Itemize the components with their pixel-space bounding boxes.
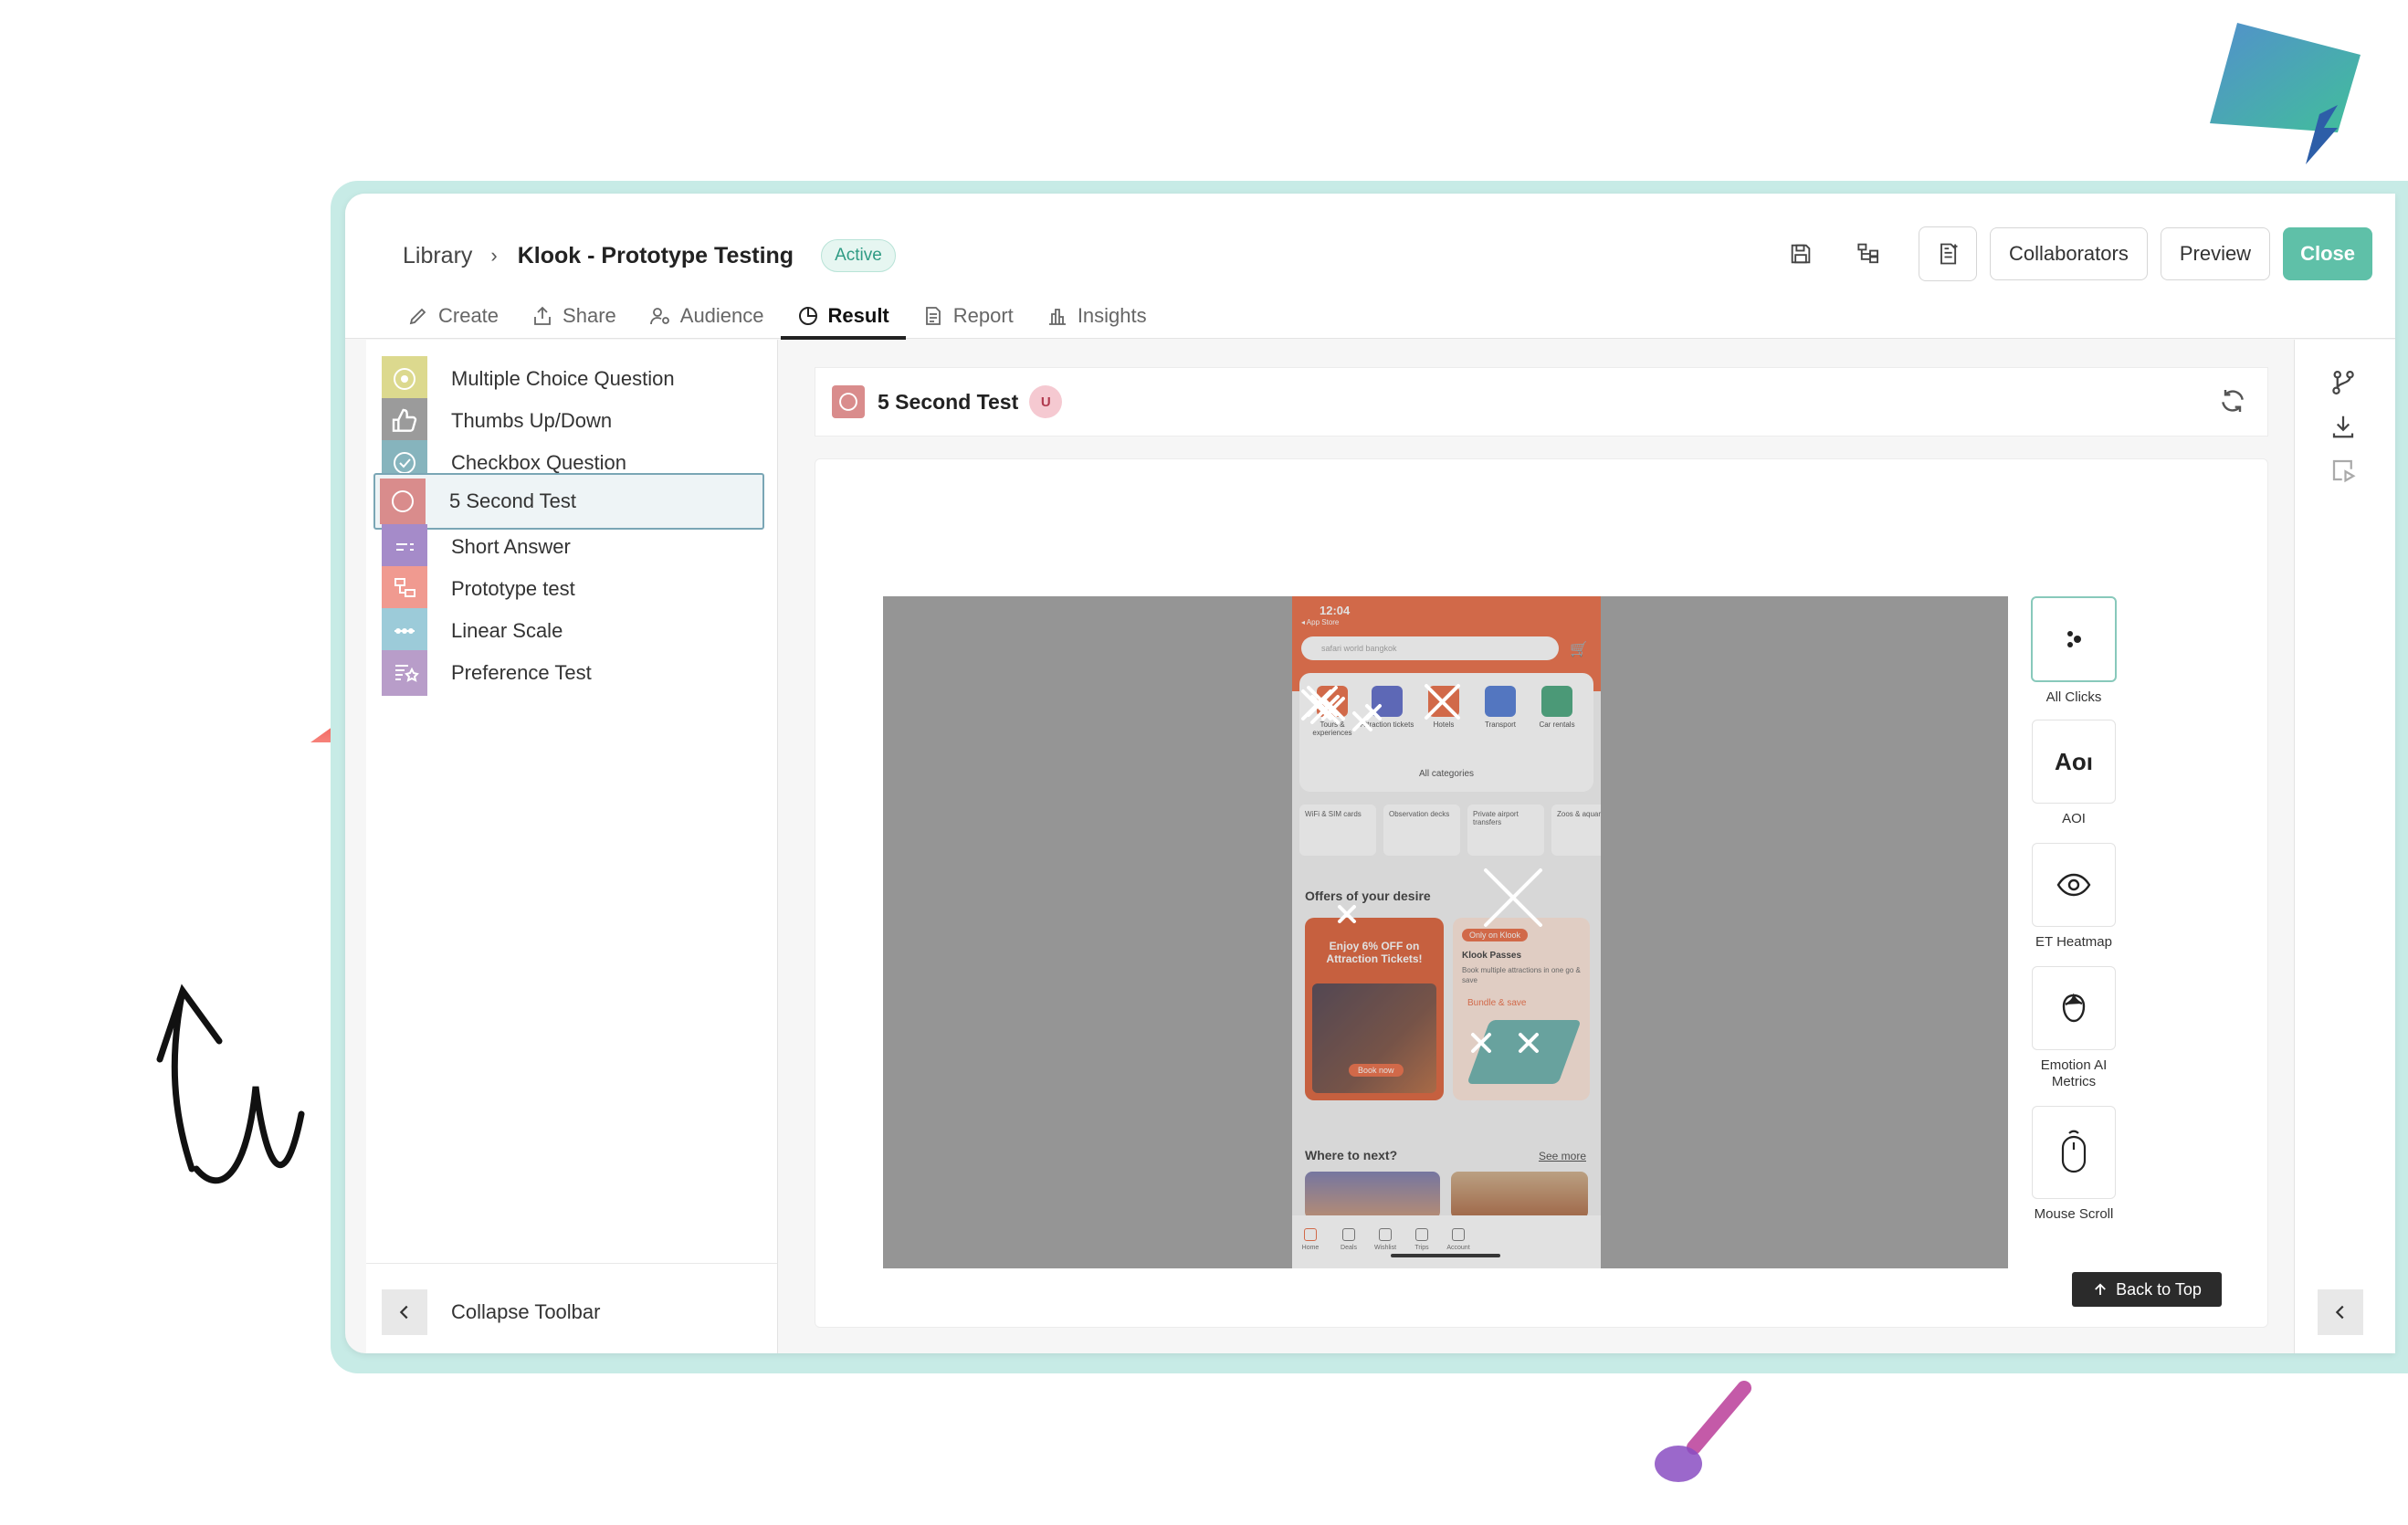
tab-insights[interactable]: Insights — [1030, 296, 1163, 336]
preference-icon — [382, 650, 427, 696]
breadcrumb-separator: › — [490, 244, 498, 267]
collaborators-button[interactable]: Collaborators — [1989, 227, 2148, 280]
sidebar-item-preference[interactable]: Preference Test — [377, 647, 752, 699]
tab-audience[interactable]: Audience — [633, 296, 781, 336]
sidebar-item-label: Multiple Choice Question — [451, 367, 675, 390]
tool-mouse-scroll[interactable]: Mouse Scroll — [2030, 1106, 2118, 1223]
tab-share[interactable]: Share — [515, 296, 633, 336]
breadcrumb-library[interactable]: Library — [403, 243, 472, 269]
chevron-left-icon — [2335, 1305, 2344, 1320]
decorative-flag-icon — [2210, 23, 2361, 164]
app-window: Library › Klook - Prototype Testing Acti… — [345, 194, 2395, 1353]
branch-icon[interactable] — [2320, 360, 2366, 405]
sidebar-item-label: Preference Test — [451, 661, 592, 684]
tab-label: Share — [563, 304, 616, 327]
breadcrumb: Library › Klook - Prototype Testing Acti… — [403, 234, 896, 278]
tool-all-clicks[interactable]: All Clicks — [2030, 596, 2118, 706]
tab-create[interactable]: Create — [391, 296, 515, 336]
emotion-icon — [2032, 966, 2116, 1050]
pencil-icon — [409, 308, 426, 325]
click-mark — [1519, 1033, 1539, 1053]
tab-bar: Create Share Audience Result Report Insi… — [391, 296, 1163, 340]
collapse-toolbar-button[interactable]: Collapse Toolbar — [377, 1289, 600, 1335]
sidebar-item-label: Prototype test — [451, 577, 575, 600]
video-doc-icon[interactable] — [2320, 447, 2366, 493]
prototype-preview: 12:04 ◂ App Store safari world bangkok 🛒… — [883, 596, 2008, 1268]
click-mark — [1425, 684, 1460, 720]
tool-label: Mouse Scroll — [2034, 1206, 2114, 1222]
tab-label: Create — [438, 304, 499, 327]
decorative-scribble-arrow-icon — [156, 983, 305, 1184]
tool-et-heatmap[interactable]: ET Heatmap — [2030, 843, 2118, 951]
tool-label: Emotion AI Metrics — [2040, 1057, 2108, 1089]
result-content: 12:04 ◂ App Store safari world bangkok 🛒… — [815, 458, 2268, 1328]
decorative-brush-icon — [1655, 1381, 1751, 1482]
download-icon[interactable] — [2320, 404, 2366, 449]
top-actions: Collaborators Preview Close — [1772, 226, 2372, 281]
divider — [366, 1263, 777, 1264]
tab-label: Audience — [679, 304, 764, 327]
click-markers — [1301, 684, 1542, 1053]
click-mark — [1365, 704, 1382, 720]
back-to-top-button[interactable]: Back to Top — [2072, 1272, 2222, 1307]
tab-label: Insights — [1077, 304, 1147, 327]
tab-report[interactable]: Report — [906, 296, 1030, 336]
mouse-icon — [2032, 1106, 2116, 1199]
close-button[interactable]: Close — [2283, 227, 2372, 280]
arrow-up-icon — [2095, 1283, 2107, 1295]
tool-label: AOI — [2062, 811, 2086, 826]
top-bar: Library › Klook - Prototype Testing Acti… — [345, 194, 2395, 340]
status-badge: Active — [821, 239, 896, 272]
share-icon — [534, 306, 551, 325]
bar-chart-icon — [1048, 309, 1066, 325]
question-toolbar: Multiple Choice Question Thumbs Up/Down … — [366, 340, 778, 1353]
tool-label: ET Heatmap — [2035, 934, 2112, 950]
right-rail — [2294, 340, 2395, 1353]
tool-aoi[interactable]: Aoı AOI — [2030, 720, 2118, 827]
report-icon — [925, 307, 941, 325]
tab-label: Report — [952, 304, 1014, 327]
preview-button[interactable]: Preview — [2160, 227, 2271, 280]
tab-label: Result — [827, 304, 889, 327]
save-icon[interactable] — [1772, 227, 1829, 280]
sidebar-item-label: Checkbox Question — [451, 451, 626, 474]
audience-icon — [649, 308, 669, 325]
sidebar-item-label: 5 Second Test — [449, 489, 577, 512]
aoi-icon: Aoı — [2032, 720, 2116, 804]
flow-icon[interactable] — [1842, 227, 1898, 280]
page-title: Klook - Prototype Testing — [517, 242, 794, 268]
circle-icon — [380, 479, 426, 524]
tool-emotion-ai[interactable]: Emotion AI Metrics — [2030, 966, 2118, 1090]
chevron-left-icon — [382, 1289, 427, 1335]
tool-label: All Clicks — [2045, 689, 2102, 705]
sidebar-item-label: Short Answer — [451, 535, 571, 558]
sidebar-item-label: Thumbs Up/Down — [451, 409, 613, 432]
circle-icon — [832, 385, 865, 418]
collapse-label: Collapse Toolbar — [451, 1300, 601, 1323]
click-mark — [1484, 868, 1542, 927]
click-mark — [1471, 1033, 1491, 1053]
eye-icon — [2032, 843, 2116, 927]
result-title: 5 Second Test — [878, 389, 1019, 414]
click-mark — [1338, 905, 1356, 923]
sidebar-item-label: Linear Scale — [451, 619, 563, 642]
dots-icon — [2031, 596, 2117, 682]
user-badge: U — [1029, 385, 1063, 418]
tab-result[interactable]: Result — [780, 296, 906, 340]
pie-icon — [798, 307, 817, 325]
add-document-icon[interactable] — [1918, 226, 1977, 281]
rail-collapse-button[interactable] — [2318, 1289, 2363, 1335]
result-header: 5 Second Test U — [815, 367, 2268, 436]
back-to-top-label: Back to Top — [2116, 1279, 2202, 1299]
refresh-icon[interactable] — [2218, 386, 2247, 420]
